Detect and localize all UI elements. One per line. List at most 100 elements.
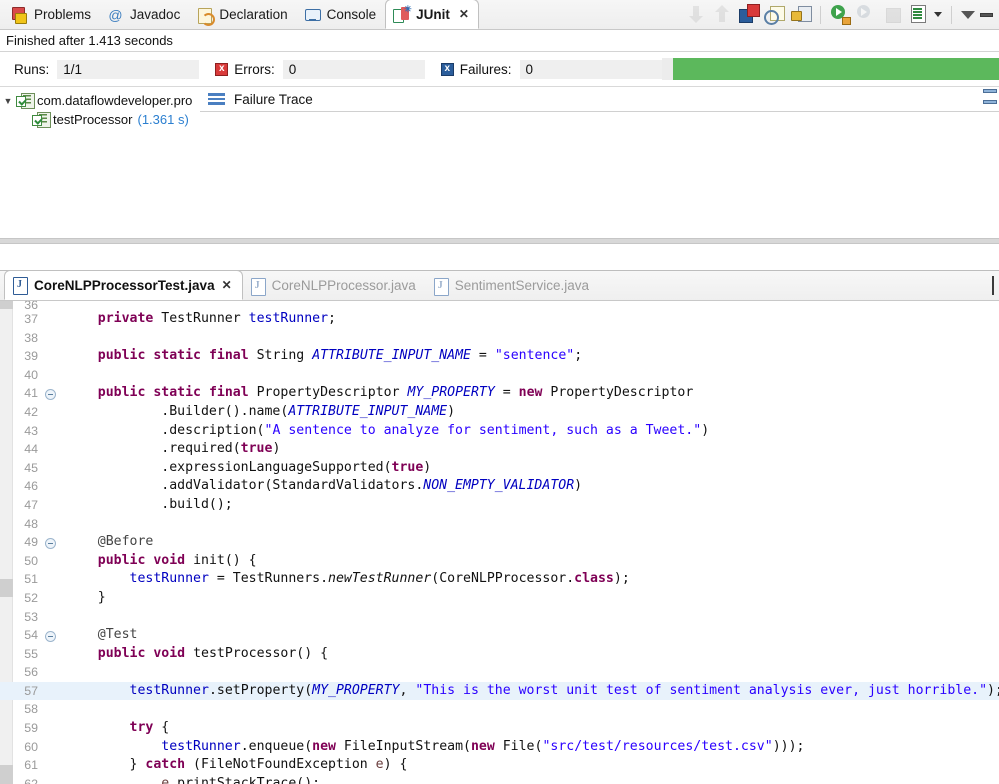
editor-tab-label: CoreNLPProcessorTest.java: [34, 278, 215, 293]
code-line[interactable]: 37 private TestRunner testRunner;: [0, 310, 999, 329]
code-text: [60, 366, 999, 385]
code-line[interactable]: 58: [0, 700, 999, 719]
code-text: [60, 700, 999, 719]
code-line[interactable]: 59 try {: [0, 719, 999, 738]
code-line[interactable]: 43 .description("A sentence to analyze f…: [0, 422, 999, 441]
fold-column[interactable]: [42, 775, 60, 784]
test-run-history-button[interactable]: [908, 4, 929, 25]
editor-tab-sentimentservice[interactable]: J SentimentService.java: [426, 271, 599, 300]
fold-column[interactable]: [42, 384, 60, 403]
rerun-failed-first-button[interactable]: [856, 4, 877, 25]
expand-arrow-icon[interactable]: ▼: [0, 96, 16, 106]
code-line[interactable]: 60 testRunner.enqueue(new FileInputStrea…: [0, 738, 999, 757]
failure-trace-pane: Failure Trace: [200, 87, 999, 238]
fold-column[interactable]: [42, 403, 60, 422]
code-line[interactable]: 61 } catch (FileNotFoundException e) {: [0, 756, 999, 775]
previous-failure-button[interactable]: [712, 4, 733, 25]
line-number: 39: [0, 347, 42, 366]
code-line[interactable]: 42 .Builder().name(ATTRIBUTE_INPUT_NAME): [0, 403, 999, 422]
code-line[interactable]: 53: [0, 608, 999, 627]
code-text: public static final String ATTRIBUTE_INP…: [60, 347, 999, 366]
fold-column[interactable]: [42, 589, 60, 608]
collapse-icon[interactable]: [45, 389, 56, 400]
tab-javadoc[interactable]: @ Javadoc: [100, 0, 189, 29]
editor-tab-corenlpprocessor[interactable]: J CoreNLPProcessor.java: [243, 271, 426, 300]
code-line[interactable]: 39 public static final String ATTRIBUTE_…: [0, 347, 999, 366]
fold-column[interactable]: [42, 570, 60, 589]
fold-column[interactable]: [42, 626, 60, 645]
tree-row[interactable]: testProcessor (1.361 s): [0, 110, 200, 129]
code-line[interactable]: 50 public void init() {: [0, 552, 999, 571]
fold-column[interactable]: [42, 552, 60, 571]
progress-bar-fill: [673, 58, 999, 80]
code-line[interactable]: 56: [0, 663, 999, 682]
code-line[interactable]: 54 @Test: [0, 626, 999, 645]
next-failure-button[interactable]: [686, 4, 707, 25]
collapse-icon[interactable]: [45, 631, 56, 642]
editor-tab-label: SentimentService.java: [455, 278, 589, 293]
code-line[interactable]: 41 public static final PropertyDescripto…: [0, 384, 999, 403]
code-lines[interactable]: 3637 private TestRunner testRunner;3839 …: [0, 301, 999, 784]
view-menu-button[interactable]: [961, 11, 975, 19]
code-line[interactable]: 48: [0, 515, 999, 534]
show-failures-only-button[interactable]: [738, 4, 759, 25]
tab-problems[interactable]: Problems: [4, 0, 100, 29]
fold-column[interactable]: [42, 533, 60, 552]
minimize-icon: [992, 276, 994, 295]
fold-column[interactable]: [42, 301, 60, 310]
collapse-icon[interactable]: [45, 538, 56, 549]
fold-column[interactable]: [42, 663, 60, 682]
code-line[interactable]: 46 .addValidator(StandardValidators.NON_…: [0, 477, 999, 496]
fold-column[interactable]: [42, 422, 60, 441]
fold-column[interactable]: [42, 756, 60, 775]
lock-view-button[interactable]: [790, 4, 811, 25]
code-line[interactable]: 36: [0, 301, 999, 310]
fold-column[interactable]: [42, 477, 60, 496]
minimize-trace-button[interactable]: [983, 100, 997, 104]
code-line[interactable]: 52 }: [0, 589, 999, 608]
fold-column[interactable]: [42, 366, 60, 385]
code-line[interactable]: 62 e.printStackTrace();: [0, 775, 999, 784]
code-line[interactable]: 49 @Before: [0, 533, 999, 552]
tab-junit[interactable]: ✳ JUnit ✕: [385, 0, 479, 29]
fold-column[interactable]: [42, 347, 60, 366]
fold-column[interactable]: [42, 440, 60, 459]
tab-declaration[interactable]: Declaration: [189, 0, 296, 29]
code-line[interactable]: 57 testRunner.setProperty(MY_PROPERTY, "…: [0, 682, 999, 701]
rerun-test-button[interactable]: [830, 4, 851, 25]
fold-column[interactable]: [42, 608, 60, 627]
minimize-view-button[interactable]: [980, 13, 993, 17]
fold-column[interactable]: [42, 738, 60, 757]
line-number: 40: [0, 366, 42, 385]
fold-column[interactable]: [42, 515, 60, 534]
chevron-down-icon[interactable]: [934, 12, 942, 17]
code-line[interactable]: 45 .expressionLanguageSupported(true): [0, 459, 999, 478]
code-editor[interactable]: 3637 private TestRunner testRunner;3839 …: [0, 301, 999, 784]
test-results-tree[interactable]: ▼ com.dataflowdeveloper.pro testProcesso…: [0, 87, 200, 238]
fold-column[interactable]: [42, 496, 60, 515]
filter-stack-trace-button[interactable]: [764, 4, 785, 25]
editor-minimize-button[interactable]: [992, 277, 994, 295]
code-line[interactable]: 51 testRunner = TestRunners.newTestRunne…: [0, 570, 999, 589]
code-line[interactable]: 55 public void testProcessor() {: [0, 645, 999, 664]
fold-column[interactable]: [42, 310, 60, 329]
fold-column[interactable]: [42, 682, 60, 701]
maximize-trace-button[interactable]: [983, 89, 997, 93]
code-line[interactable]: 47 .build();: [0, 496, 999, 515]
failure-trace-header: Failure Trace: [200, 87, 999, 111]
close-icon[interactable]: ✕: [222, 278, 232, 292]
code-line[interactable]: 38: [0, 329, 999, 348]
code-line[interactable]: 44 .required(true): [0, 440, 999, 459]
line-number: 50: [0, 552, 42, 571]
fold-column[interactable]: [42, 700, 60, 719]
fold-column[interactable]: [42, 329, 60, 348]
close-icon[interactable]: ✕: [459, 7, 469, 21]
fold-column[interactable]: [42, 645, 60, 664]
fold-column[interactable]: [42, 459, 60, 478]
editor-tab-corenlpprocessortest[interactable]: J CoreNLPProcessorTest.java ✕: [4, 270, 243, 300]
fold-column[interactable]: [42, 719, 60, 738]
code-line[interactable]: 40: [0, 366, 999, 385]
tree-row[interactable]: ▼ com.dataflowdeveloper.pro: [0, 91, 200, 110]
tab-console[interactable]: Console: [297, 0, 386, 29]
stop-button[interactable]: [882, 4, 903, 25]
